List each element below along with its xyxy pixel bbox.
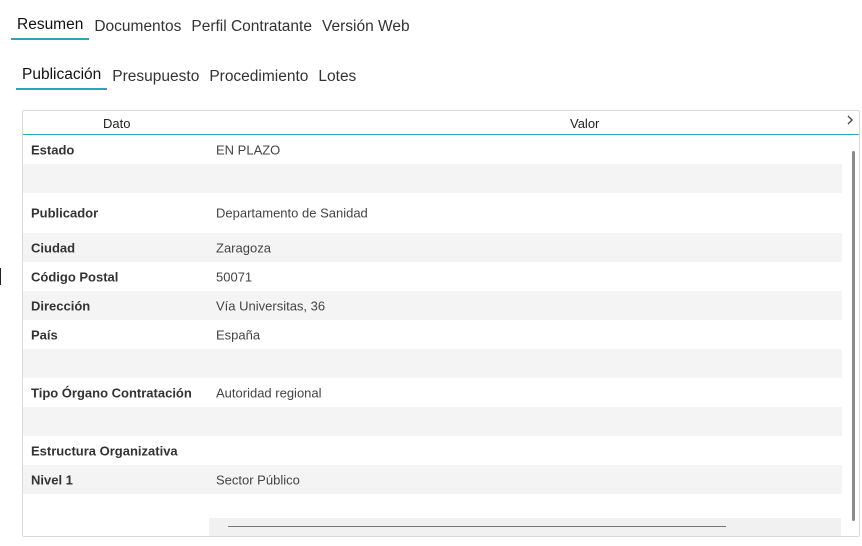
column-header-valor[interactable]: Valor <box>570 116 599 131</box>
tab-procedimiento[interactable]: Procedimiento <box>204 66 313 90</box>
column-header-dato[interactable]: Dato <box>103 116 130 131</box>
grid-rows: Estado EN PLAZO Publicador Departamento … <box>23 135 842 494</box>
tab-publicacion[interactable]: Publicación <box>16 64 108 90</box>
table-row[interactable] <box>23 349 842 378</box>
tab-lotes[interactable]: Lotes <box>313 66 361 90</box>
table-row[interactable]: Ciudad Zaragoza <box>23 233 842 262</box>
row-value: Vía Universitas, 36 <box>216 298 326 313</box>
horizontal-scrollbar-thumb[interactable] <box>228 526 726 527</box>
table-row[interactable]: Código Postal 50071 <box>23 262 842 291</box>
chevron-right-icon-svg <box>847 115 853 125</box>
sub-tabs: Publicación Presupuesto Procedimiento Lo… <box>16 64 361 90</box>
row-value: Autoridad regional <box>216 385 322 400</box>
data-grid: Dato Valor Estado EN PLAZO Publicador De… <box>22 110 860 537</box>
tab-version-web[interactable]: Versión Web <box>317 16 415 40</box>
table-row[interactable]: Dirección Vía Universitas, 36 <box>23 291 842 320</box>
row-key: Ciudad <box>31 240 76 255</box>
table-row[interactable] <box>23 164 842 193</box>
row-key: Nivel 1 <box>31 472 73 487</box>
row-value: Sector Público <box>216 472 300 487</box>
row-key: País <box>31 327 58 342</box>
row-key: Tipo Órgano Contratación <box>31 385 192 400</box>
tab-presupuesto[interactable]: Presupuesto <box>107 66 204 90</box>
table-row[interactable]: Tipo Órgano Contratación Autoridad regio… <box>23 378 842 407</box>
row-value: España <box>216 327 261 342</box>
horizontal-scrollbar[interactable] <box>209 518 841 536</box>
row-key: Publicador <box>31 205 99 221</box>
row-value: Zaragoza <box>216 240 271 255</box>
text-caret <box>0 268 1 285</box>
main-tabs: Resumen Documentos Perfil Contratante Ve… <box>11 14 415 40</box>
row-value: 50071 <box>216 269 253 284</box>
table-row[interactable] <box>23 407 842 436</box>
tab-perfil-contratante[interactable]: Perfil Contratante <box>186 16 317 40</box>
tab-documentos[interactable]: Documentos <box>89 16 186 40</box>
table-row[interactable]: Estructura Organizativa <box>23 436 842 465</box>
tab-resumen[interactable]: Resumen <box>11 14 90 40</box>
table-row[interactable]: Estado EN PLAZO <box>23 135 842 164</box>
table-row[interactable]: Publicador Departamento de Sanidad <box>23 193 842 233</box>
row-value: Departamento de Sanidad <box>216 205 368 221</box>
row-value: EN PLAZO <box>216 142 281 157</box>
row-key: Dirección <box>31 298 91 313</box>
row-key: Código Postal <box>31 269 119 284</box>
grid-header: Dato Valor <box>23 111 859 135</box>
table-row[interactable]: País España <box>23 320 842 349</box>
vertical-scrollbar[interactable] <box>852 151 855 521</box>
row-key: Estructura Organizativa <box>31 443 178 458</box>
app-root: Resumen Documentos Perfil Contratante Ve… <box>0 0 862 546</box>
chevron-right-icon[interactable] <box>843 113 857 131</box>
table-row[interactable]: Nivel 1 Sector Público <box>23 465 842 494</box>
row-key: Estado <box>31 142 75 157</box>
